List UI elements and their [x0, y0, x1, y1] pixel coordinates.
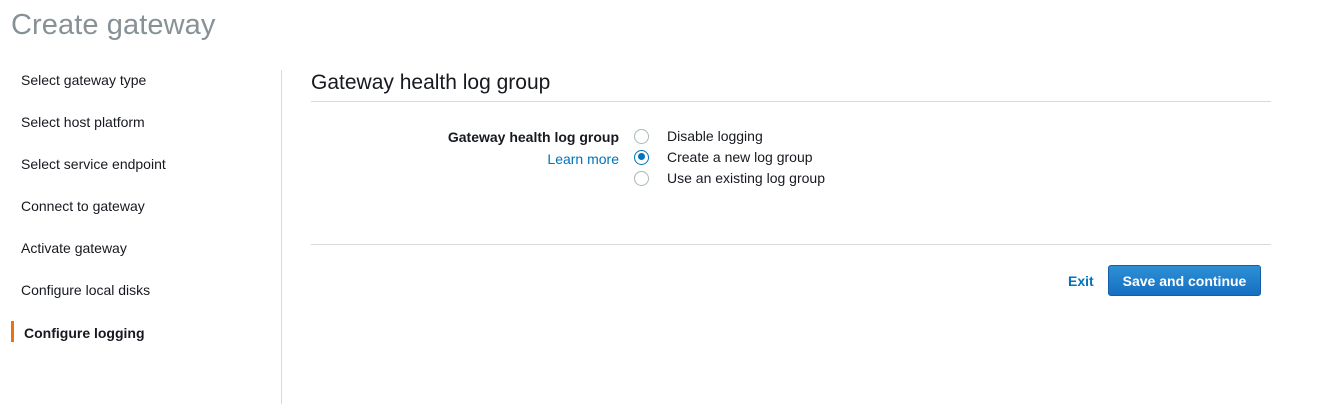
radio-create-new-log-group[interactable]: Create a new log group — [634, 148, 813, 166]
section-title: Gateway health log group — [311, 71, 551, 94]
section-title-divider — [311, 101, 1271, 102]
log-group-field-label: Gateway health log group — [447, 129, 619, 145]
step-select-service-endpoint[interactable]: Select service endpoint — [21, 156, 166, 172]
step-activate-gateway[interactable]: Activate gateway — [21, 240, 127, 256]
learn-more-link[interactable]: Learn more — [547, 151, 619, 167]
radio-button-unchecked[interactable] — [634, 170, 649, 186]
radio-label: Create a new log group — [667, 149, 813, 165]
step-select-gateway-type[interactable]: Select gateway type — [21, 72, 146, 88]
radio-button-checked[interactable] — [634, 149, 649, 165]
step-configure-logging[interactable]: Configure logging — [24, 325, 145, 341]
radio-button-unchecked[interactable] — [634, 128, 649, 144]
exit-link[interactable]: Exit — [1068, 273, 1094, 289]
sidebar-divider — [281, 70, 282, 404]
radio-use-existing-log-group[interactable]: Use an existing log group — [634, 169, 825, 187]
step-select-host-platform[interactable]: Select host platform — [21, 114, 145, 130]
step-connect-to-gateway[interactable]: Connect to gateway — [21, 198, 145, 214]
radio-disable-logging[interactable]: Disable logging — [634, 127, 763, 145]
page-title: Create gateway — [11, 9, 216, 41]
radio-label: Disable logging — [667, 128, 763, 144]
step-configure-local-disks[interactable]: Configure local disks — [21, 282, 150, 298]
save-and-continue-button[interactable]: Save and continue — [1108, 265, 1261, 296]
radio-label: Use an existing log group — [667, 170, 825, 186]
footer-divider — [311, 244, 1271, 245]
active-step-marker — [11, 321, 14, 342]
